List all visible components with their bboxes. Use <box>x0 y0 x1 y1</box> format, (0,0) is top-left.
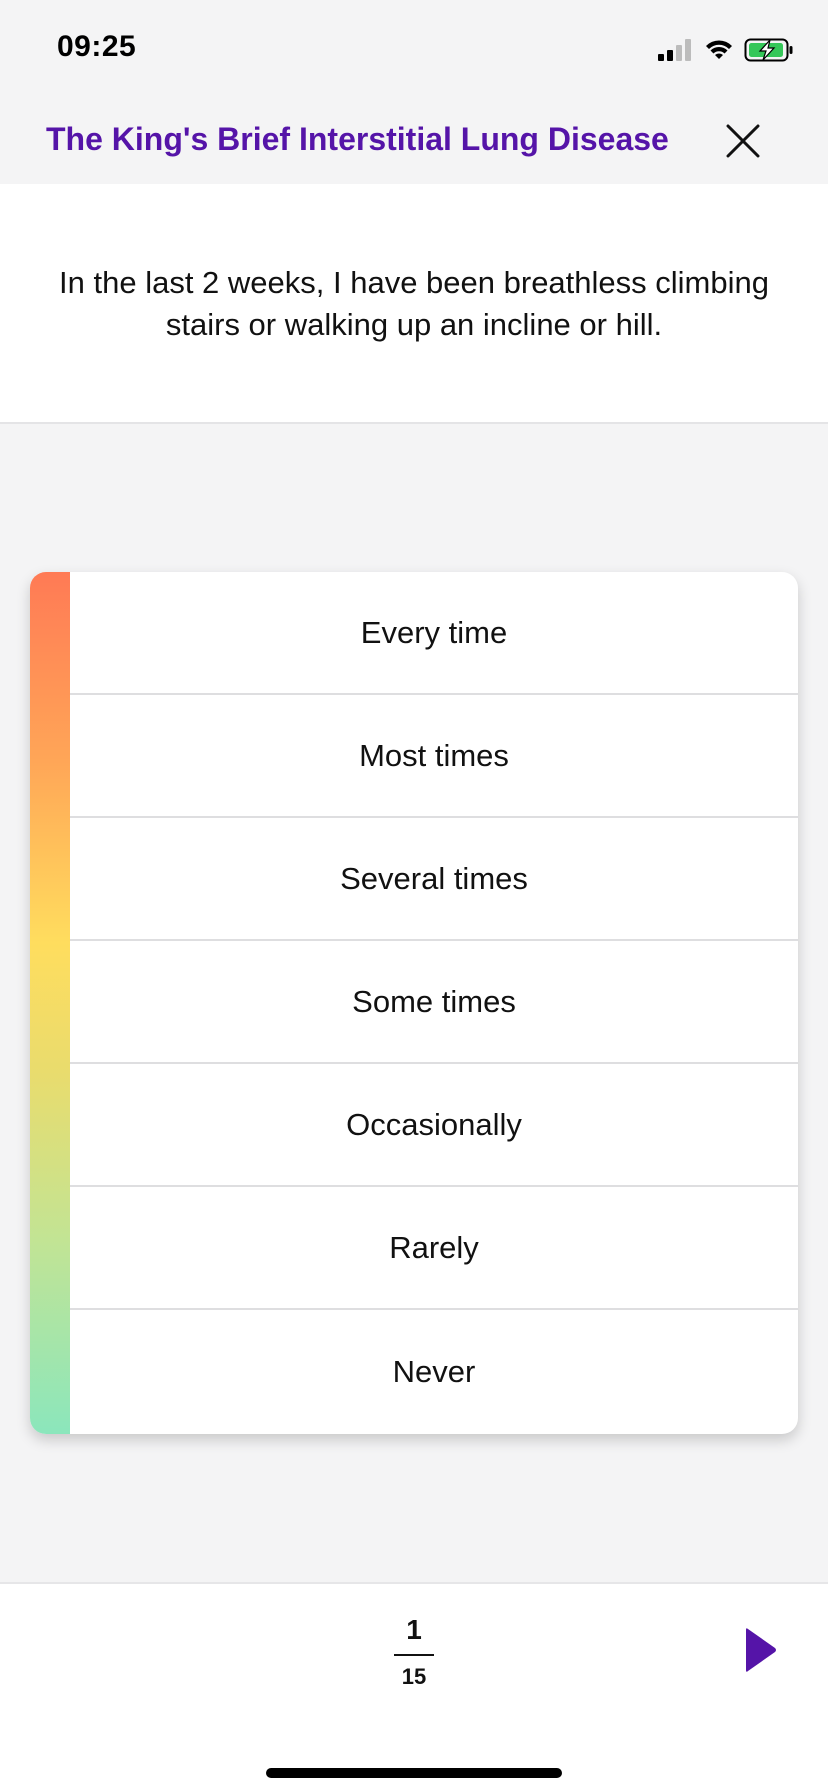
home-indicator <box>266 1768 562 1778</box>
status-time: 09:25 <box>57 30 137 63</box>
option-never[interactable]: Never <box>70 1310 798 1433</box>
option-occasionally[interactable]: Occasionally <box>70 1064 798 1187</box>
cellular-signal-icon <box>658 39 691 61</box>
play-right-icon[interactable] <box>744 1626 778 1674</box>
page-indicator: 1 15 <box>392 1614 436 1690</box>
option-most-times[interactable]: Most times <box>70 695 798 818</box>
question-text: In the last 2 weeks, I have been breathl… <box>59 265 769 342</box>
status-bar: 09:25 <box>0 0 828 94</box>
page-divider <box>394 1654 434 1656</box>
footer: 1 15 <box>0 1582 828 1792</box>
wifi-icon <box>706 40 732 59</box>
answer-options-card: Every time Most times Several times Some… <box>30 572 798 1434</box>
option-rarely[interactable]: Rarely <box>70 1187 798 1310</box>
severity-gradient-bar <box>30 572 70 1434</box>
option-several-times[interactable]: Several times <box>70 818 798 941</box>
question-panel: In the last 2 weeks, I have been breathl… <box>0 184 828 424</box>
close-icon[interactable] <box>724 122 762 160</box>
screen: 09:25 The King's Brief Interstitial Lung… <box>0 0 828 1792</box>
option-every-time[interactable]: Every time <box>70 572 798 695</box>
page-current: 1 <box>406 1614 422 1645</box>
option-some-times[interactable]: Some times <box>70 941 798 1064</box>
status-icons <box>658 34 794 66</box>
header-title: The King's Brief Interstitial Lung Disea… <box>46 121 669 157</box>
page-total: 15 <box>401 1664 427 1689</box>
battery-charging-icon <box>744 38 793 62</box>
header: The King's Brief Interstitial Lung Disea… <box>0 94 828 184</box>
